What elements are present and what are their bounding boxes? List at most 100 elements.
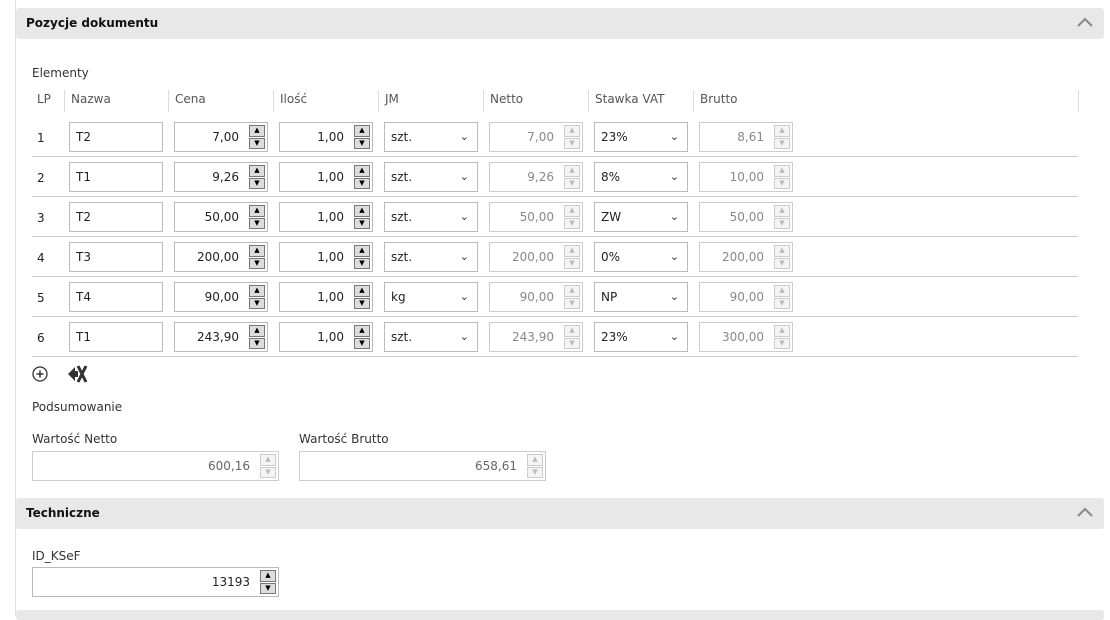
- netto-total-field: 600,16 ▲ ▼: [32, 451, 279, 481]
- brutto-total-label: Wartość Brutto: [299, 432, 389, 446]
- ilosc-input[interactable]: 1,00 ▲ ▼: [279, 122, 373, 152]
- chevron-down-icon: ⌄: [669, 170, 679, 183]
- section-title: Techniczne: [26, 506, 100, 520]
- spinner[interactable]: ▲ ▼: [249, 325, 265, 349]
- add-row-icon[interactable]: [32, 366, 48, 382]
- spinner[interactable]: ▲ ▼: [249, 245, 265, 269]
- spinner[interactable]: ▲ ▼: [354, 245, 370, 269]
- table-row: 6 T1 243,90 ▲ ▼ 1,00 ▲ ▼ szt. ⌄ 243,90 ▲ ▼ 23% ⌄…: [32, 317, 1078, 357]
- table-row: 1 T2 7,00 ▲ ▼ 1,00 ▲ ▼ szt. ⌄ 7,00 ▲ ▼ 23% ⌄ 8,6…: [32, 117, 1078, 157]
- brutto-value: 200,00: [722, 250, 764, 264]
- ilosc-value: 1,00: [317, 130, 344, 144]
- spinner: ▲ ▼: [564, 325, 580, 349]
- chevron-down-icon: ⌄: [459, 330, 469, 343]
- vat-select[interactable]: ZW ⌄: [594, 202, 688, 232]
- column-header: Cena: [168, 90, 273, 112]
- elements-label: Elementy: [32, 66, 89, 80]
- spinner[interactable]: ▲ ▼: [249, 285, 265, 309]
- jm-select[interactable]: szt. ⌄: [384, 322, 478, 352]
- table-row: 5 T4 90,00 ▲ ▼ 1,00 ▲ ▼ kg ⌄ 90,00 ▲ ▼ NP ⌄ 90,0…: [32, 277, 1078, 317]
- nazwa-value: T2: [76, 210, 91, 224]
- section-title: Pozycje dokumentu: [26, 16, 159, 30]
- nazwa-input[interactable]: T4: [69, 282, 163, 312]
- brutto-total-field: 658,61 ▲ ▼: [299, 451, 546, 481]
- spinner: ▲ ▼: [564, 125, 580, 149]
- vat-select[interactable]: NP ⌄: [594, 282, 688, 312]
- nazwa-value: T4: [76, 290, 91, 304]
- netto-value: 200,00: [512, 250, 554, 264]
- spinner[interactable]: ▲ ▼: [354, 285, 370, 309]
- jm-select[interactable]: szt. ⌄: [384, 242, 478, 272]
- brutto-field: 90,00 ▲ ▼: [699, 282, 793, 312]
- nazwa-input[interactable]: T1: [69, 322, 163, 352]
- cena-input[interactable]: 7,00 ▲ ▼: [174, 122, 268, 152]
- nazwa-input[interactable]: T1: [69, 162, 163, 192]
- column-header: LP: [37, 92, 51, 106]
- next-section-header[interactable]: [16, 610, 1104, 620]
- spinner[interactable]: ▲ ▼: [354, 325, 370, 349]
- jm-select[interactable]: szt. ⌄: [384, 162, 478, 192]
- spinner[interactable]: ▲ ▼: [249, 165, 265, 189]
- ilosc-input[interactable]: 1,00 ▲ ▼: [279, 322, 373, 352]
- vat-select[interactable]: 23% ⌄: [594, 322, 688, 352]
- vat-select[interactable]: 0% ⌄: [594, 242, 688, 272]
- table-row: 3 T2 50,00 ▲ ▼ 1,00 ▲ ▼ szt. ⌄ 50,00 ▲ ▼ ZW ⌄ 50…: [32, 197, 1078, 237]
- cena-input[interactable]: 9,26 ▲ ▼: [174, 162, 268, 192]
- nazwa-value: T3: [76, 250, 91, 264]
- jm-select[interactable]: szt. ⌄: [384, 202, 478, 232]
- ilosc-input[interactable]: 1,00 ▲ ▼: [279, 162, 373, 192]
- ilosc-value: 1,00: [317, 290, 344, 304]
- spinner[interactable]: ▲ ▼: [249, 205, 265, 229]
- ksef-id-input[interactable]: 13193 ▲ ▼: [32, 567, 279, 597]
- chevron-down-icon: ⌄: [459, 250, 469, 263]
- ilosc-input[interactable]: 1,00 ▲ ▼: [279, 282, 373, 312]
- netto-value: 9,26: [527, 170, 554, 184]
- spinner[interactable]: ▲ ▼: [260, 570, 276, 594]
- vat-value: 8%: [601, 170, 621, 184]
- jm-select[interactable]: szt. ⌄: [384, 122, 478, 152]
- vat-select[interactable]: 23% ⌄: [594, 122, 688, 152]
- jm-value: szt.: [391, 250, 413, 264]
- spinner: ▲ ▼: [774, 125, 790, 149]
- nazwa-input[interactable]: T2: [69, 202, 163, 232]
- delete-rows-icon[interactable]: [66, 364, 88, 384]
- brutto-value: 8,61: [737, 130, 764, 144]
- nazwa-input[interactable]: T3: [69, 242, 163, 272]
- netto-value: 243,90: [512, 330, 554, 344]
- spinner: ▲ ▼: [774, 205, 790, 229]
- ilosc-input[interactable]: 1,00 ▲ ▼: [279, 242, 373, 272]
- cena-input[interactable]: 90,00 ▲ ▼: [174, 282, 268, 312]
- section-header-techniczne[interactable]: Techniczne: [16, 498, 1104, 529]
- vat-select[interactable]: 8% ⌄: [594, 162, 688, 192]
- spinner: ▲ ▼: [774, 245, 790, 269]
- brutto-value: 10,00: [729, 170, 764, 184]
- row-lp: 3: [37, 211, 45, 225]
- spinner[interactable]: ▲ ▼: [249, 125, 265, 149]
- column-header: JM: [378, 90, 483, 112]
- chevron-down-icon: ⌄: [459, 290, 469, 303]
- chevron-down-icon: ⌄: [459, 130, 469, 143]
- spinner[interactable]: ▲ ▼: [354, 205, 370, 229]
- chevron-up-icon[interactable]: [1076, 504, 1094, 522]
- row-lp: 4: [37, 251, 45, 265]
- chevron-down-icon: ⌄: [669, 250, 679, 263]
- spinner[interactable]: ▲ ▼: [354, 125, 370, 149]
- chevron-up-icon[interactable]: [1076, 14, 1094, 32]
- chevron-down-icon: ⌄: [459, 170, 469, 183]
- section-header-pozycje[interactable]: Pozycje dokumentu: [16, 8, 1104, 39]
- chevron-down-icon: ⌄: [669, 130, 679, 143]
- nazwa-value: T2: [76, 130, 91, 144]
- chevron-down-icon: ⌄: [669, 210, 679, 223]
- cena-input[interactable]: 50,00 ▲ ▼: [174, 202, 268, 232]
- vat-value: ZW: [601, 210, 622, 224]
- nazwa-value: T1: [76, 330, 91, 344]
- jm-select[interactable]: kg ⌄: [384, 282, 478, 312]
- cena-input[interactable]: 243,90 ▲ ▼: [174, 322, 268, 352]
- brutto-value: 50,00: [729, 210, 764, 224]
- jm-value: kg: [391, 290, 406, 304]
- ilosc-input[interactable]: 1,00 ▲ ▼: [279, 202, 373, 232]
- spinner[interactable]: ▲ ▼: [354, 165, 370, 189]
- ilosc-value: 1,00: [317, 330, 344, 344]
- nazwa-input[interactable]: T2: [69, 122, 163, 152]
- cena-input[interactable]: 200,00 ▲ ▼: [174, 242, 268, 272]
